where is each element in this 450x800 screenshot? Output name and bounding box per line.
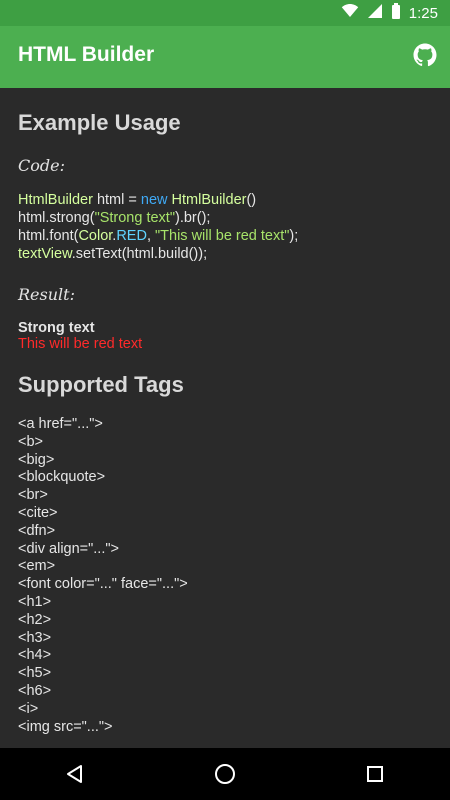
tag-item: <div align="..."> [18, 540, 119, 557]
home-icon [215, 764, 235, 784]
tag-item: <br> [18, 487, 48, 504]
tag-item: <h5> [18, 665, 52, 682]
code-line-2: html.strong("Strong text").br(); [18, 209, 432, 227]
content-inner: Example Usage Code: HtmlBuilder html = n… [0, 88, 450, 736]
result-label: Result: [18, 285, 75, 304]
code-line-1: HtmlBuilder html = new HtmlBuilder() [18, 191, 432, 209]
tag-item: <a href="..."> [18, 416, 103, 432]
tag-item: <h6> [18, 682, 52, 699]
tag-item: <i> [18, 700, 39, 717]
code-token-class: textView [18, 246, 72, 262]
code-line-3: html.font(Color.RED, "This will be red t… [18, 227, 432, 245]
status-time: 1:25 [408, 4, 438, 22]
code-token-class: Color [78, 228, 113, 244]
navigation-bar [0, 748, 450, 800]
code-token-string: "This will be red text" [155, 228, 290, 244]
code-token-string: "Strong text" [94, 210, 175, 226]
tag-item: <cite> [18, 504, 58, 521]
tag-item: <h4> [18, 647, 52, 664]
tag-item: <big> [18, 451, 55, 468]
code-token-text: html = [92, 192, 141, 208]
tag-item: <em> [18, 558, 56, 575]
status-bar: 1:25 [0, 0, 450, 26]
code-token-const: RED [116, 228, 147, 244]
tag-item: <dfn> [18, 522, 56, 539]
result-block: Strong text This will be red text [18, 320, 432, 352]
tags-list: <a href="..."> <b> <big> <blockquote> <b… [18, 416, 432, 736]
code-token-class-2: HtmlBuilder [167, 192, 247, 208]
tag-item: <h2> [18, 611, 52, 628]
status-right: 1:25 [341, 0, 438, 26]
tag-item: <h3> [18, 629, 52, 646]
code-label: Code: [18, 156, 65, 175]
github-button[interactable] [412, 42, 438, 68]
back-button[interactable] [55, 754, 95, 794]
battery-icon [391, 3, 401, 23]
github-icon [413, 43, 437, 67]
tag-item: <h1> [18, 593, 52, 610]
home-button[interactable] [205, 754, 245, 794]
back-icon [67, 765, 82, 783]
code-token-text: ).br(); [174, 210, 211, 226]
section-title-example-usage: Example Usage [18, 110, 181, 135]
content-area[interactable]: Example Usage Code: HtmlBuilder html = n… [0, 88, 450, 748]
section-title-supported-tags: Supported Tags [18, 372, 184, 397]
tag-item: <img src="..."> [18, 718, 113, 735]
tag-item: <font color="..." face="..."> [18, 576, 188, 593]
tag-item: <b> [18, 433, 43, 450]
result-red-text: This will be red text [18, 336, 143, 352]
result-strong-text: Strong text [18, 320, 95, 336]
code-token-text: , [146, 228, 156, 244]
signal-icon [367, 4, 383, 22]
wifi-icon [341, 4, 359, 22]
tag-item: <blockquote> [18, 469, 106, 486]
code-token-text: ); [289, 228, 299, 244]
recents-icon [367, 766, 383, 782]
app-bar: HTML Builder [0, 26, 450, 88]
code-line-4: textView.setText(html.build()); [18, 245, 432, 263]
app-title: HTML Builder [18, 43, 155, 66]
recents-button[interactable] [355, 754, 395, 794]
code-token-text: .setText(html.build()); [71, 246, 208, 262]
code-token-end: () [246, 192, 257, 208]
code-token-class: HtmlBuilder [18, 192, 93, 208]
code-token-text: html.font( [18, 228, 79, 244]
code-token-text: html.strong( [18, 210, 95, 226]
code-token-keyword: new [140, 192, 168, 208]
code-block: HtmlBuilder html = new HtmlBuilder() htm… [18, 191, 432, 263]
